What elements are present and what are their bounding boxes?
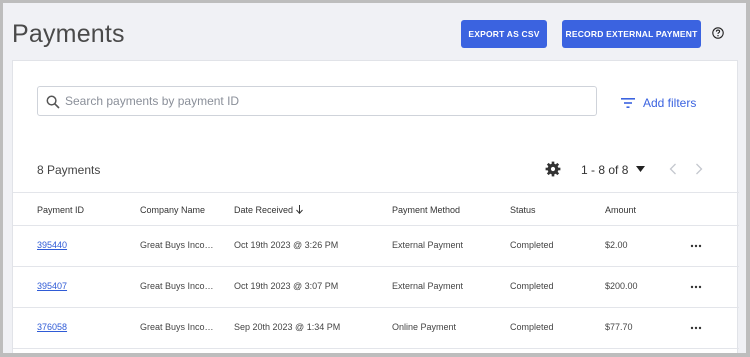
chevron-left-icon[interactable] — [669, 163, 677, 175]
table-row: 376058 Great Buys Inco… Sep 20th 2023 @ … — [13, 308, 739, 349]
more-options-icon[interactable] — [690, 285, 702, 289]
search-input[interactable] — [65, 88, 585, 114]
amount-cell: $77.70 — [605, 322, 633, 332]
company-name-cell: Great Buys Inco… — [140, 322, 214, 332]
column-header-date-received[interactable]: Date Received — [234, 205, 303, 215]
more-options-icon[interactable] — [690, 244, 702, 248]
add-filters-label: Add filters — [643, 96, 697, 110]
table-header: Payment ID Company Name Date Received Pa… — [13, 192, 739, 226]
export-csv-button[interactable]: EXPORT AS CSV — [461, 20, 547, 48]
caret-down-icon[interactable] — [636, 166, 645, 172]
chevron-right-icon[interactable] — [695, 163, 703, 175]
column-header-amount[interactable]: Amount — [605, 205, 636, 215]
date-received-cell: Oct 19th 2023 @ 3:07 PM — [234, 281, 339, 291]
pager-range: 1 - 8 of 8 — [581, 163, 629, 177]
payments-table: Payment ID Company Name Date Received Pa… — [13, 192, 739, 349]
company-name-cell: Great Buys Inco… — [140, 281, 214, 291]
payments-card: Add filters 8 Payments 1 - 8 of 8 — [12, 60, 739, 353]
payment-id-link[interactable]: 395407 — [37, 281, 67, 291]
column-header-company-name[interactable]: Company Name — [140, 205, 205, 215]
column-header-date-received-label: Date Received — [234, 205, 294, 215]
payment-id-cell: 376058 — [37, 322, 67, 332]
payments-count: 8 Payments — [37, 163, 101, 177]
status-cell: Completed — [510, 322, 554, 332]
arrow-down-icon — [296, 205, 303, 214]
record-external-payment-button[interactable]: RECORD EXTERNAL PAYMENT — [562, 20, 701, 48]
date-received-cell: Sep 20th 2023 @ 1:34 PM — [234, 322, 341, 332]
payment-method-cell: External Payment — [392, 281, 464, 291]
column-header-payment-id[interactable]: Payment ID — [37, 205, 84, 215]
amount-cell: $2.00 — [605, 240, 628, 250]
gear-icon[interactable] — [545, 161, 561, 177]
amount-cell: $200.00 — [605, 281, 638, 291]
payment-method-cell: Online Payment — [392, 322, 457, 332]
payment-method-cell: External Payment — [392, 240, 464, 250]
status-cell: Completed — [510, 240, 554, 250]
more-options-icon[interactable] — [690, 326, 702, 330]
help-circle-icon[interactable] — [712, 27, 724, 39]
payment-id-link[interactable]: 376058 — [37, 322, 67, 332]
date-received-cell: Oct 19th 2023 @ 3:26 PM — [234, 240, 339, 250]
payment-id-cell: 395407 — [37, 281, 67, 291]
table-row: 395440 Great Buys Inco… Oct 19th 2023 @ … — [13, 226, 739, 267]
app-frame: Payments EXPORT AS CSV RECORD EXTERNAL P… — [3, 3, 746, 353]
filter-icon — [621, 98, 635, 108]
payment-id-cell: 395440 — [37, 240, 67, 250]
table-row: 395407 Great Buys Inco… Oct 19th 2023 @ … — [13, 267, 739, 308]
page-title: Payments — [12, 20, 125, 48]
company-name-cell: Great Buys Inco… — [140, 240, 214, 250]
column-header-payment-method[interactable]: Payment Method — [392, 205, 460, 215]
status-cell: Completed — [510, 281, 554, 291]
search-icon — [46, 95, 60, 109]
payment-id-link[interactable]: 395440 — [37, 240, 67, 250]
search-field[interactable] — [37, 86, 597, 116]
column-header-status[interactable]: Status — [510, 205, 536, 215]
